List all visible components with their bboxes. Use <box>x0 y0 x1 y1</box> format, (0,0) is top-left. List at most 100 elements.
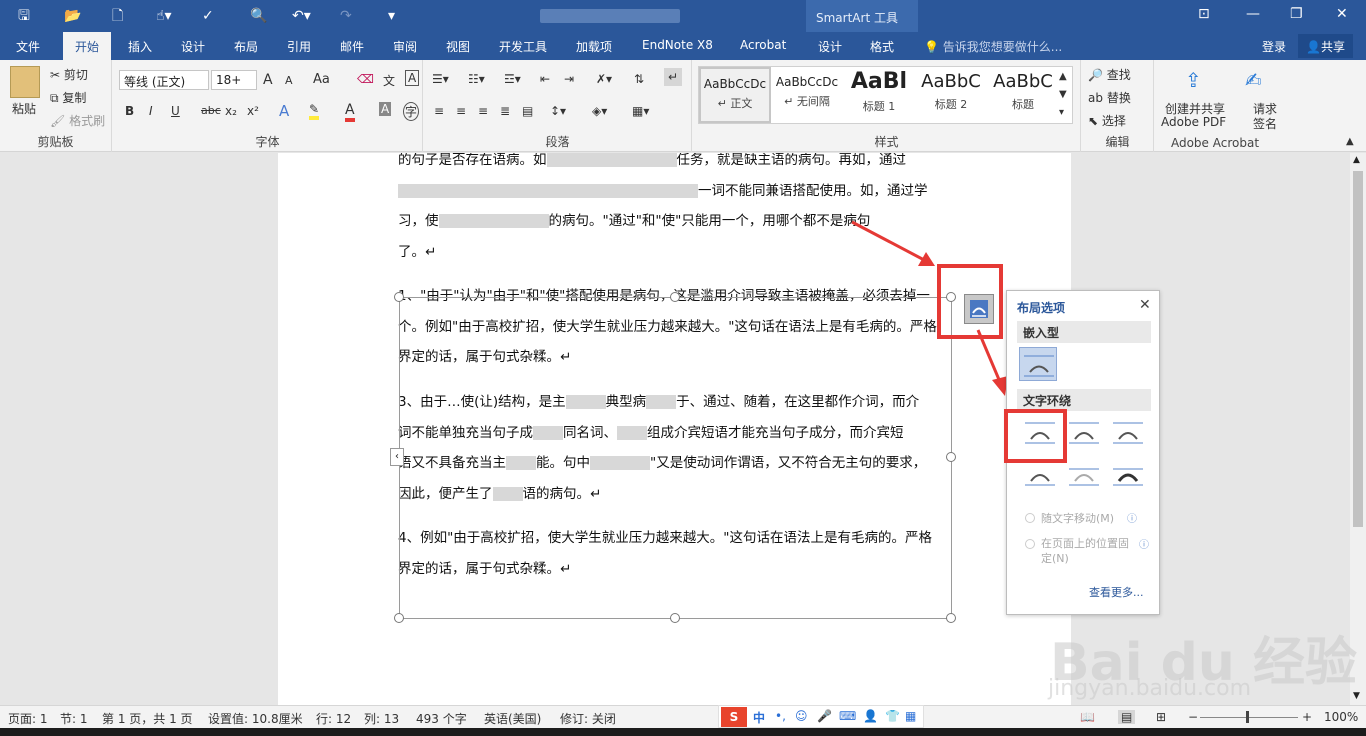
fix-position-radio[interactable] <box>1025 539 1035 549</box>
superscript-button[interactable]: x² <box>247 104 259 118</box>
share-button[interactable]: 👤共享 <box>1298 34 1353 58</box>
paste-icon[interactable] <box>10 66 40 98</box>
char-shading-icon[interactable]: A <box>379 102 392 116</box>
find-button[interactable]: 🔎 查找 <box>1088 66 1131 83</box>
web-layout-icon[interactable]: ⊞ <box>1156 710 1166 724</box>
decrease-indent-icon[interactable]: ⇤ <box>540 72 550 86</box>
request-sign-button-2[interactable]: 签名 <box>1253 115 1277 132</box>
tab-home[interactable]: 开始 <box>63 32 112 60</box>
tab-smartart-format[interactable]: 格式 <box>870 38 894 55</box>
skin-icon[interactable]: 👕 <box>885 709 900 723</box>
tab-review[interactable]: 审阅 <box>393 38 417 55</box>
resize-handle[interactable] <box>394 613 404 623</box>
subscript-button[interactable]: x₂ <box>225 104 237 118</box>
tab-developer[interactable]: 开发工具 <box>499 38 547 55</box>
read-mode-icon[interactable]: 📖 <box>1080 710 1095 724</box>
increase-indent-icon[interactable]: ⇥ <box>564 72 574 86</box>
replace-button[interactable]: ab 替换 <box>1088 89 1131 106</box>
bold-button[interactable]: B <box>125 104 134 118</box>
pdf-export-icon[interactable]: ⇪ <box>1185 68 1202 92</box>
highlight-icon[interactable]: ✎ <box>309 102 320 120</box>
sogou-logo[interactable]: S <box>721 707 747 727</box>
scroll-thumb[interactable] <box>1353 171 1363 527</box>
microphone-icon[interactable]: 🎤 <box>817 709 832 723</box>
styles-scroll-up[interactable]: ▲ <box>1059 71 1067 82</box>
line-spacing-icon[interactable]: ↕▾ <box>550 104 566 118</box>
tab-endnote[interactable]: EndNote X8 <box>642 38 713 52</box>
text-pane-toggle[interactable]: ‹ <box>390 448 404 466</box>
touch-mode-icon[interactable]: ☝▾ <box>156 7 172 25</box>
copy-button[interactable]: ⧉ 复制 <box>50 89 86 106</box>
scroll-up-icon[interactable]: ▲ <box>1353 155 1360 165</box>
keyboard-icon[interactable]: ⌨ <box>839 709 856 723</box>
zoom-out-icon[interactable]: − <box>1188 710 1198 724</box>
sign-in-link[interactable]: 登录 <box>1262 38 1286 55</box>
status-pages[interactable]: 第 1 页，共 1 页 <box>102 710 193 727</box>
print-layout-icon[interactable]: ▤ <box>1118 710 1136 724</box>
font-color-icon[interactable]: A <box>345 102 355 122</box>
resize-handle[interactable] <box>670 292 680 302</box>
customize-icon[interactable]: ▾ <box>388 7 395 25</box>
align-left-icon[interactable]: ≡ <box>434 104 444 118</box>
spell-check-icon[interactable]: ✓ <box>202 7 214 25</box>
tab-addins[interactable]: 加载项 <box>576 38 612 55</box>
status-words[interactable]: 493 个字 <box>416 710 467 727</box>
zoom-level[interactable]: 100% <box>1324 710 1358 724</box>
resize-handle[interactable] <box>394 292 404 302</box>
undo-icon[interactable]: ↶▾ <box>292 7 311 25</box>
status-col[interactable]: 列: 13 <box>364 710 399 727</box>
status-section[interactable]: 节: 1 <box>60 710 88 727</box>
wrap-tight-option[interactable] <box>1065 417 1103 451</box>
ribbon-display-button[interactable]: ⊡ <box>1198 6 1210 22</box>
resize-handle[interactable] <box>670 613 680 623</box>
close-icon[interactable]: ✕ <box>1139 297 1151 313</box>
clear-format-icon[interactable]: ⌫ <box>357 72 374 86</box>
status-setting[interactable]: 设置值: 10.8厘米 <box>208 710 303 727</box>
style-heading-1[interactable]: AaBl 标题 1 <box>843 67 915 123</box>
zoom-slider[interactable] <box>1200 717 1298 718</box>
borders-icon[interactable]: ▦▾ <box>632 104 649 118</box>
wrap-inline-option[interactable] <box>1019 347 1057 381</box>
numbering-icon[interactable]: ☷▾ <box>468 72 485 86</box>
strikethrough-button[interactable]: abc <box>201 104 221 117</box>
styles-more[interactable]: ▾ <box>1059 107 1064 118</box>
tab-design[interactable]: 设计 <box>181 38 205 55</box>
show-marks-icon[interactable]: ↵ <box>664 68 683 86</box>
open-folder-icon[interactable]: 📂 <box>64 7 81 25</box>
align-center-icon[interactable]: ≡ <box>456 104 466 118</box>
tab-mailings[interactable]: 邮件 <box>340 38 364 55</box>
char-border-icon[interactable]: A <box>405 70 420 86</box>
paste-button[interactable]: 粘贴 <box>12 100 36 117</box>
align-right-icon[interactable]: ≡ <box>478 104 488 118</box>
collapse-ribbon-icon[interactable]: ▲ <box>1346 136 1354 147</box>
tab-view[interactable]: 视图 <box>446 38 470 55</box>
zoom-in-icon[interactable]: + <box>1302 710 1312 724</box>
close-button[interactable]: ✕ <box>1336 6 1348 22</box>
resize-handle[interactable] <box>946 613 956 623</box>
user-icon[interactable]: 👤 <box>863 709 878 723</box>
grow-font-button[interactable]: A <box>263 72 273 88</box>
tab-insert[interactable]: 插入 <box>128 38 152 55</box>
move-with-text-radio[interactable] <box>1025 513 1035 523</box>
punctuation-icon[interactable]: •, <box>775 709 786 723</box>
sort-icon[interactable]: ⇅ <box>634 72 644 86</box>
multilevel-icon[interactable]: ☲▾ <box>504 72 521 86</box>
emoji-icon[interactable]: ☺ <box>795 709 808 723</box>
tell-me-box[interactable]: 💡 告诉我您想要做什么... <box>924 38 1062 55</box>
tab-acrobat[interactable]: Acrobat <box>740 38 786 52</box>
ime-mode[interactable]: 中 <box>753 709 765 726</box>
tab-references[interactable]: 引用 <box>287 38 311 55</box>
status-language[interactable]: 英语(美国) <box>484 710 541 727</box>
resize-handle[interactable] <box>946 452 956 462</box>
style-heading-2[interactable]: AaBbC 标题 2 <box>915 67 987 123</box>
bullets-icon[interactable]: ☰▾ <box>432 72 449 86</box>
create-pdf-button-2[interactable]: Adobe PDF <box>1161 115 1226 129</box>
style-no-spacing[interactable]: AaBbCcDc ↵ 无间隔 <box>771 67 843 123</box>
print-preview-icon[interactable]: 🔍 <box>250 7 267 25</box>
distributed-icon[interactable]: ▤ <box>522 104 533 118</box>
enclose-char-icon[interactable]: 字 <box>403 102 419 121</box>
wrap-top-bottom-option[interactable] <box>1021 459 1059 493</box>
select-button[interactable]: ⬉ 选择 <box>1088 112 1126 129</box>
text-effects-icon[interactable]: A <box>279 102 289 120</box>
shading-icon[interactable]: ◈▾ <box>592 104 607 118</box>
